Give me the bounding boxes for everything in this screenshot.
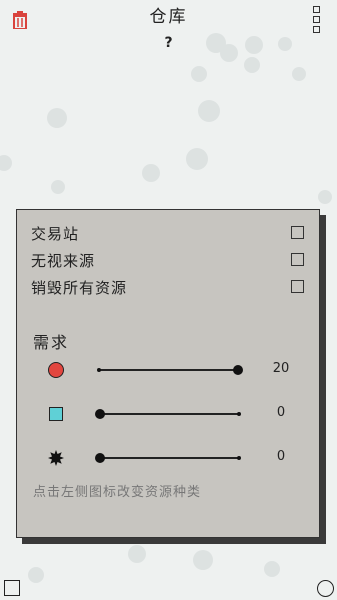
bg-blob (142, 164, 160, 182)
circle-icon[interactable] (317, 580, 334, 597)
slider-min-1 (97, 368, 101, 372)
slider-track-1[interactable] (99, 369, 239, 371)
slider-max-2 (237, 412, 241, 416)
bg-blob (128, 545, 146, 563)
bg-blob (186, 148, 208, 170)
slider-knob-1[interactable] (233, 365, 243, 375)
bg-blob (244, 57, 260, 73)
warehouse-panel: 交易站 无视来源 销毁所有资源 需求 20 0 0 点击左侧图标改变资源种类 (16, 209, 320, 538)
demand-title: 需求 (33, 333, 70, 352)
slider-knob-3[interactable] (95, 453, 105, 463)
hint-text: 点击左侧图标改变资源种类 (33, 485, 202, 500)
slider-max-3 (237, 456, 241, 460)
bg-blob (198, 100, 220, 122)
red-circle-icon[interactable] (48, 362, 64, 378)
slider-value-1: 20 (272, 361, 290, 376)
resource-count: ? (164, 35, 173, 51)
page-title: 仓库 (149, 7, 188, 27)
bg-blob (28, 567, 44, 583)
bg-blob (292, 67, 306, 81)
slider-value-2: 0 (276, 405, 286, 420)
gear-icon[interactable] (48, 450, 64, 466)
bg-blob (193, 550, 213, 570)
option-trade-station-label: 交易站 (31, 225, 80, 243)
bg-blob (51, 180, 65, 194)
bg-blob (264, 561, 280, 577)
slider-knob-2[interactable] (95, 409, 105, 419)
option-ignore-source-checkbox[interactable] (291, 253, 304, 266)
bg-blob (0, 155, 12, 171)
slider-track-2[interactable] (99, 413, 239, 415)
option-destroy-all-label: 销毁所有资源 (31, 279, 128, 297)
bg-blob (318, 190, 332, 204)
slider-value-3: 0 (276, 449, 286, 464)
menu-icon[interactable] (313, 6, 320, 36)
bg-blob (191, 66, 207, 82)
cyan-square-icon[interactable] (49, 407, 63, 421)
bg-blob (47, 108, 67, 128)
option-trade-station-checkbox[interactable] (291, 226, 304, 239)
option-ignore-source-label: 无视来源 (31, 252, 96, 270)
slider-track-3[interactable] (99, 457, 239, 459)
option-destroy-all-checkbox[interactable] (291, 280, 304, 293)
square-icon[interactable] (4, 580, 20, 596)
